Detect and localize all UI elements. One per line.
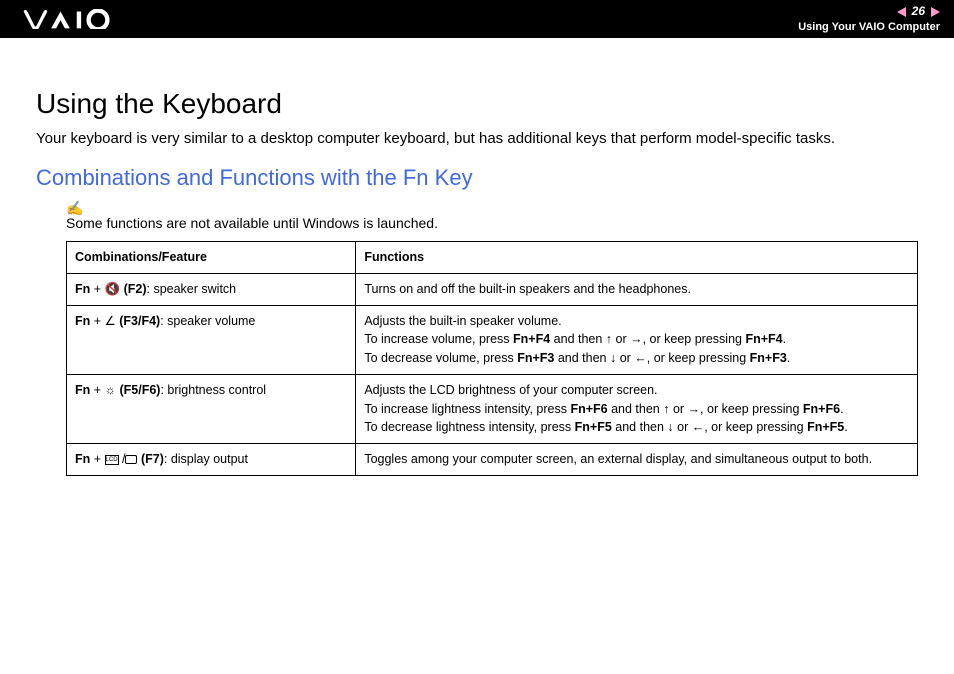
top-bar: 26 Using Your VAIO Computer — [0, 0, 954, 38]
subsection-title: Combinations and Functions with the Fn K… — [36, 165, 918, 191]
table-row: Fn + LCD / (F7): display outputToggles a… — [67, 444, 918, 476]
fn-key-table: Combinations/Feature Functions Fn + 🔇 (F… — [66, 241, 918, 476]
note-icon: ✍ — [66, 201, 918, 215]
arrow-up-icon — [663, 402, 669, 416]
speaker-mute-icon: 🔇 — [105, 282, 121, 296]
function-cell: Toggles among your computer screen, an e… — [356, 444, 918, 476]
arrow-down-icon — [667, 420, 673, 434]
combination-cell: Fn + 🔇 (F2): speaker switch — [67, 273, 356, 305]
pager: 26 — [897, 4, 940, 20]
vaio-logo — [18, 9, 128, 29]
page-content: Using the Keyboard Your keyboard is very… — [0, 38, 954, 512]
combination-cell: Fn + ∠ (F3/F4): speaker volume — [67, 305, 356, 374]
note-block: ✍ Some functions are not available until… — [66, 201, 918, 231]
table-row: Fn + ∠ (F3/F4): speaker volumeAdjusts th… — [67, 305, 918, 374]
next-page-arrow[interactable] — [931, 7, 940, 17]
th-functions: Functions — [356, 242, 918, 274]
header-right: 26 Using Your VAIO Computer — [798, 4, 940, 34]
table-row: Fn + ☼ (F5/F6): brightness controlAdjust… — [67, 374, 918, 443]
function-cell: Adjusts the built-in speaker volume.To i… — [356, 305, 918, 374]
note-text: Some functions are not available until W… — [66, 215, 918, 231]
intro-text: Your keyboard is very similar to a deskt… — [36, 130, 918, 147]
page-number: 26 — [912, 4, 925, 20]
speaker-volume-icon: ∠ — [105, 314, 116, 328]
arrow-left-icon — [692, 420, 705, 434]
arrow-left-icon — [634, 351, 647, 365]
section-title: Using Your VAIO Computer — [798, 20, 940, 34]
lcd-icon: LCD — [105, 455, 119, 465]
combination-cell: Fn + LCD / (F7): display output — [67, 444, 356, 476]
function-cell: Adjusts the LCD brightness of your compu… — [356, 374, 918, 443]
function-cell: Turns on and off the built-in speakers a… — [356, 273, 918, 305]
table-row: Fn + 🔇 (F2): speaker switchTurns on and … — [67, 273, 918, 305]
arrow-up-icon — [606, 332, 612, 346]
prev-page-arrow[interactable] — [897, 7, 906, 17]
arrow-right-icon — [630, 332, 643, 346]
page-title: Using the Keyboard — [36, 88, 918, 120]
arrow-right-icon — [688, 402, 701, 416]
arrow-down-icon — [610, 351, 616, 365]
th-combinations: Combinations/Feature — [67, 242, 356, 274]
combination-cell: Fn + ☼ (F5/F6): brightness control — [67, 374, 356, 443]
external-display-icon — [125, 455, 137, 464]
brightness-icon: ☼ — [105, 383, 116, 397]
